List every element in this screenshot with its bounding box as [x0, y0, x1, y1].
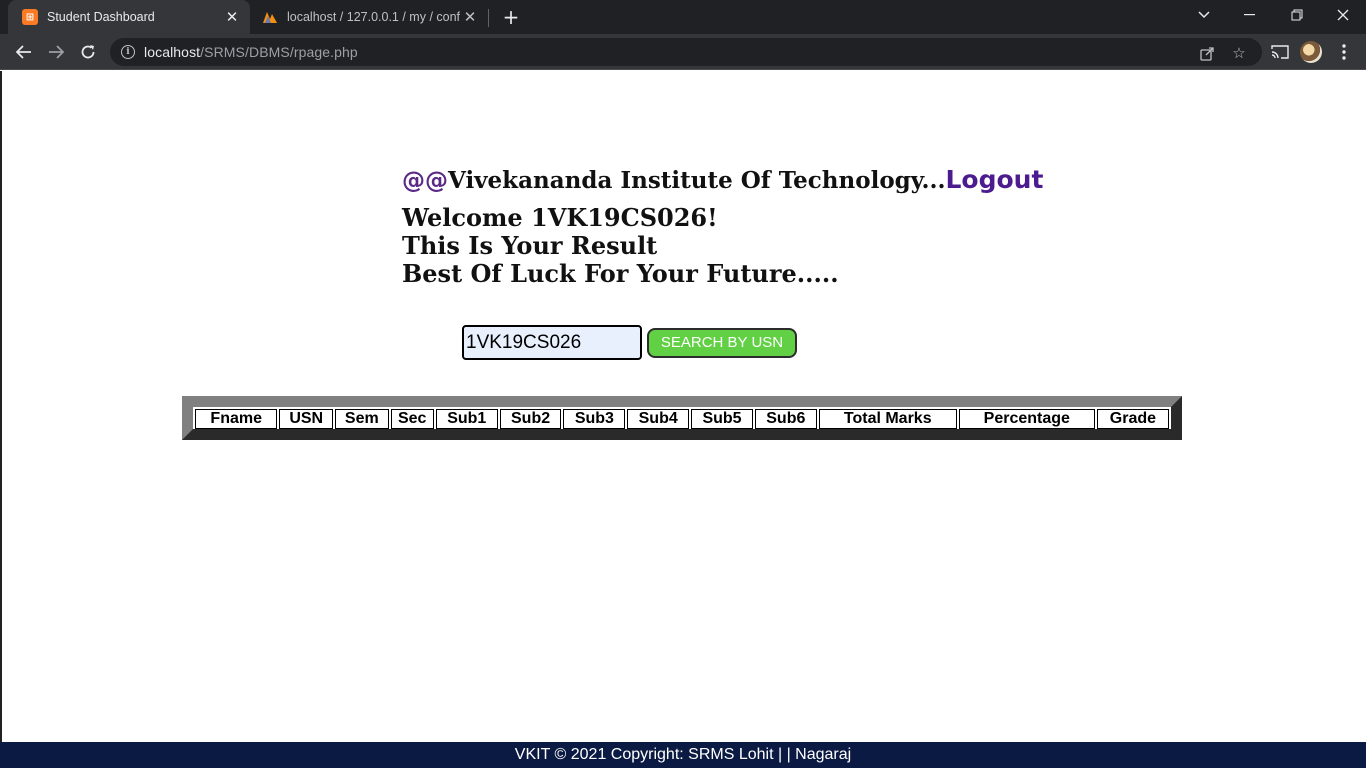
result-text: This Is Your Result [402, 231, 658, 260]
column-header-sub2: Sub2 [499, 409, 562, 429]
restore-icon[interactable] [1285, 3, 1309, 27]
close-window-icon[interactable] [1331, 3, 1355, 27]
welcome-text: Welcome 1VK19CS026! [402, 203, 718, 232]
column-header-sub5: Sub5 [691, 409, 753, 429]
result-table: Fname USN Sem Sec Sub1 Sub2 Sub3 Sub4 Su… [193, 407, 1171, 431]
url-host: localhost [144, 44, 201, 60]
tab-phpmyadmin[interactable]: localhost / 127.0.0.1 / my / conf ✕ [252, 0, 488, 34]
column-header-percentage: Percentage [958, 409, 1095, 429]
table-header-row: Fname USN Sem Sec Sub1 Sub2 Sub3 Sub4 Su… [195, 409, 1169, 429]
column-header-sem: Sem [335, 409, 389, 429]
column-header-sub6: Sub6 [754, 409, 817, 429]
tab-student-dashboard[interactable]: ⊞ Student Dashboard ✕ [8, 0, 250, 34]
footer: VKIT © 2021 Copyright: SRMS Lohit | | Na… [0, 742, 1366, 768]
tab-search-chevron-icon[interactable] [1192, 3, 1216, 27]
xampp-favicon-icon: ⊞ [22, 9, 38, 25]
site-info-icon[interactable]: i [121, 45, 135, 59]
bookmark-star-icon[interactable]: ☆ [1230, 44, 1248, 62]
menu-kebab-icon[interactable] [1333, 41, 1355, 63]
share-icon[interactable] [1198, 44, 1216, 62]
usn-search-input[interactable] [462, 325, 642, 360]
column-header-grade: Grade [1096, 409, 1169, 429]
back-arrow-icon[interactable] [12, 40, 36, 64]
browser-toolbar: i localhost/SRMS/DBMS/rpage.php ☆ [0, 34, 1366, 70]
reload-icon[interactable] [76, 40, 100, 64]
column-header-sub1: Sub1 [435, 409, 498, 429]
column-header-total-marks: Total Marks [818, 409, 957, 429]
heading-block: @@Vivekananda Institute Of Technology...… [402, 165, 1043, 288]
good-luck-text: Best Of Luck For Your Future..... [402, 259, 839, 288]
column-header-sub4: Sub4 [627, 409, 690, 429]
close-tab-icon[interactable]: ✕ [460, 7, 480, 27]
minimize-icon[interactable] [1238, 3, 1262, 27]
tab-strip: ⊞ Student Dashboard ✕ localhost / 127.0.… [0, 0, 1366, 34]
cast-icon[interactable] [1269, 41, 1291, 63]
address-bar[interactable]: i localhost/SRMS/DBMS/rpage.php ☆ [110, 38, 1262, 66]
column-header-sec: Sec [390, 409, 434, 429]
at-prefix: @@ [402, 168, 448, 194]
institute-name: Vivekananda Institute Of Technology... [448, 167, 946, 194]
search-by-usn-button[interactable]: SEARCH BY USN [647, 327, 797, 358]
forward-arrow-icon[interactable] [44, 40, 68, 64]
close-tab-icon[interactable]: ✕ [222, 7, 242, 27]
logout-link[interactable]: Logout [946, 165, 1044, 194]
result-table-frame: Fname USN Sem Sec Sub1 Sub2 Sub3 Sub4 Su… [182, 396, 1182, 440]
page-content: @@Vivekananda Institute Of Technology...… [2, 71, 1366, 768]
column-header-sub3: Sub3 [563, 409, 626, 429]
column-header-fname: Fname [195, 409, 278, 429]
institute-line: @@Vivekananda Institute Of Technology...… [402, 165, 1043, 196]
tab-divider [488, 9, 489, 27]
profile-avatar[interactable] [1300, 41, 1322, 63]
tab-title: Student Dashboard [47, 10, 155, 24]
new-tab-icon[interactable]: + [500, 5, 522, 29]
column-header-usn: USN [279, 409, 333, 429]
phpmyadmin-favicon-icon [262, 9, 278, 25]
search-form: SEARCH BY USN [462, 325, 797, 360]
tab-title: localhost / 127.0.0.1 / my / conf [287, 10, 460, 24]
url-path: /SRMS/DBMS/rpage.php [200, 44, 358, 60]
